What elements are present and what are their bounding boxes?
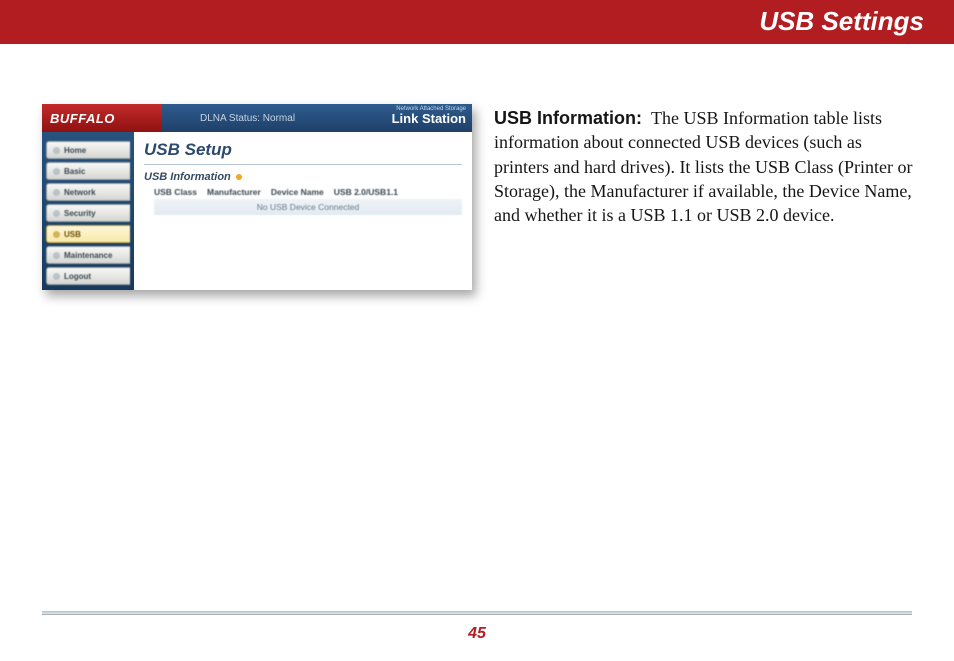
page-header-bar: USB Settings <box>0 0 954 44</box>
screenshot-header: BUFFALO DLNA Status: Normal Network Atta… <box>42 104 472 132</box>
sidebar-item-label: Home <box>64 146 86 155</box>
tab-icon <box>53 273 60 280</box>
linkstation-screenshot: BUFFALO DLNA Status: Normal Network Atta… <box>42 104 472 290</box>
usb-info-table: USB Class Manufacturer Device Name USB 2… <box>144 187 462 215</box>
sidebar-item-label: Maintenance <box>64 251 112 260</box>
sidebar-item-security[interactable]: Security <box>46 204 130 222</box>
col-device-name: Device Name <box>271 187 324 197</box>
description-label: USB Information: <box>494 108 642 128</box>
col-usb-speed: USB 2.0/USB1.1 <box>334 187 398 197</box>
sidebar: Home Basic Network Security USB Maintena… <box>42 132 134 290</box>
dlna-status: DLNA Status: Normal <box>200 113 295 124</box>
no-device-row: No USB Device Connected <box>154 199 462 215</box>
brand-strip: BUFFALO <box>42 104 162 132</box>
tab-icon <box>53 210 60 217</box>
page-number: 45 <box>0 625 954 643</box>
col-usb-class: USB Class <box>154 187 197 197</box>
product-logo: Network Attached Storage Link Station <box>392 106 466 125</box>
main-panel: USB Setup USB Information USB Class Manu… <box>134 132 472 290</box>
product-title: Link Station <box>392 112 466 125</box>
sidebar-item-basic[interactable]: Basic <box>46 162 130 180</box>
page-title: USB Settings <box>759 6 924 37</box>
sidebar-item-label: Logout <box>64 272 91 281</box>
sidebar-item-label: USB <box>64 230 81 239</box>
table-header-row: USB Class Manufacturer Device Name USB 2… <box>154 187 462 197</box>
brand-name: BUFFALO <box>50 111 115 126</box>
sidebar-item-label: Basic <box>64 167 85 176</box>
usb-information-label: USB Information <box>144 171 231 183</box>
sidebar-item-label: Network <box>64 188 96 197</box>
description-block: USB Information: The USB Information tab… <box>494 104 914 227</box>
screenshot-body: Home Basic Network Security USB Maintena… <box>42 132 472 290</box>
tab-icon <box>53 168 60 175</box>
sidebar-item-label: Security <box>64 209 96 218</box>
footer-rule <box>42 611 912 615</box>
sidebar-item-home[interactable]: Home <box>46 141 130 159</box>
content-row: BUFFALO DLNA Status: Normal Network Atta… <box>0 104 954 290</box>
tab-icon <box>53 252 60 259</box>
help-dot-icon[interactable] <box>236 174 242 180</box>
sidebar-item-usb[interactable]: USB <box>46 225 130 243</box>
col-manufacturer: Manufacturer <box>207 187 261 197</box>
sidebar-item-logout[interactable]: Logout <box>46 267 130 285</box>
tab-icon <box>53 189 60 196</box>
sidebar-item-network[interactable]: Network <box>46 183 130 201</box>
usb-information-subheading: USB Information <box>144 171 462 183</box>
tab-icon <box>53 231 60 238</box>
sidebar-item-maintenance[interactable]: Maintenance <box>46 246 130 264</box>
usb-setup-heading: USB Setup <box>144 140 462 165</box>
tab-icon <box>53 147 60 154</box>
